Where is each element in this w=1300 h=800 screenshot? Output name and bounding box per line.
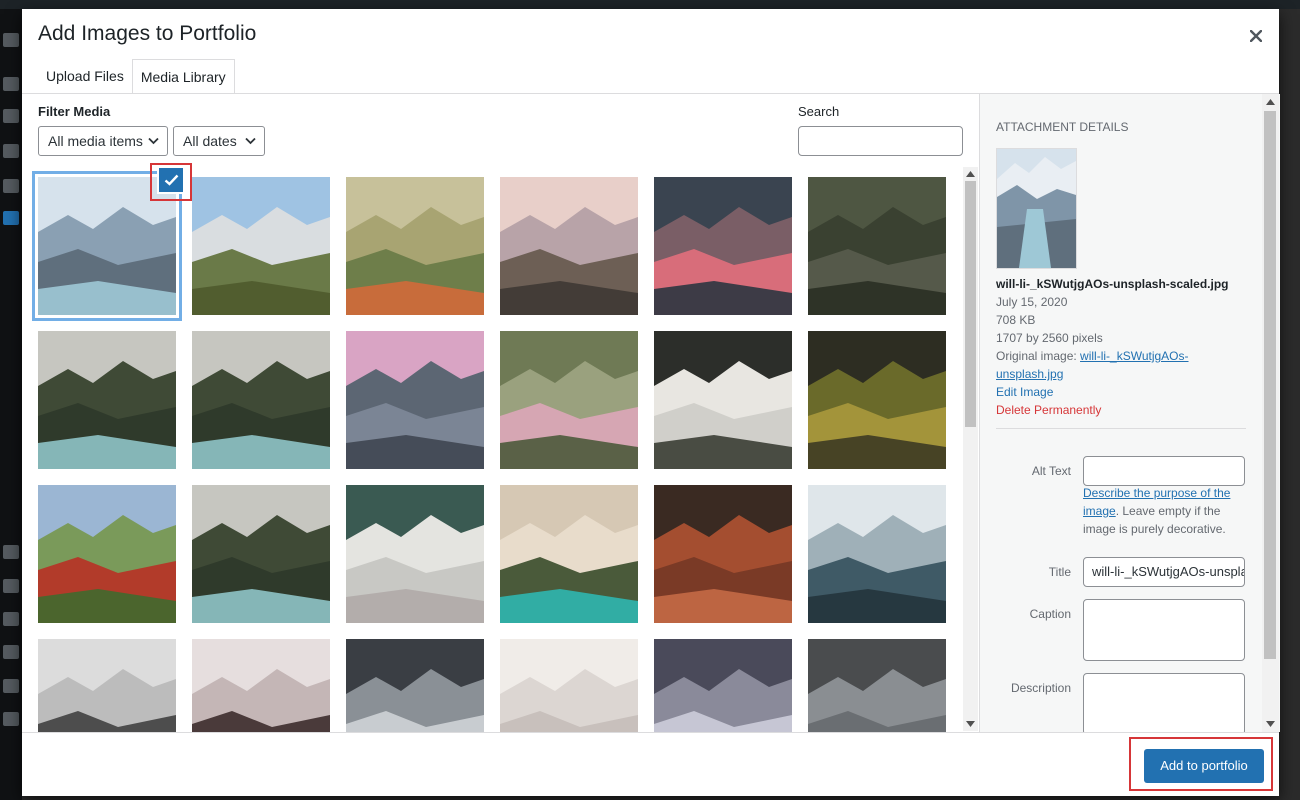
- alt-help-text: . Leave empty if the: [1115, 504, 1221, 518]
- modal-footer: [22, 732, 1279, 796]
- alt-help-text-cont: image is purely decorative.: [1083, 522, 1226, 536]
- describe-purpose-link[interactable]: Describe the purpose of the: [1083, 486, 1230, 500]
- attachment-thumbnail-white-hydrangeas[interactable]: [654, 331, 792, 469]
- attachment-filename: will-li-_kSWutjgAOs-unsplash-scaled.jpg: [996, 277, 1229, 291]
- attachment-filesize: 708 KB: [996, 313, 1036, 327]
- caption-textarea[interactable]: [1083, 599, 1245, 661]
- attachment-preview-image: [997, 149, 1076, 268]
- media-type-selected: All media items: [48, 133, 143, 149]
- attachment-thumbnail-orange-poppies[interactable]: [346, 177, 484, 315]
- attachment-thumbnail-soft-haze-sky[interactable]: [500, 639, 638, 732]
- attachment-thumbnail-misty-mountain-valley[interactable]: [38, 639, 176, 732]
- date-select[interactable]: All dates: [173, 126, 265, 156]
- attachment-thumbnail-sunset-over-sea[interactable]: [654, 177, 792, 315]
- attachment-thumbnail-mountain-valley-glacier-river[interactable]: [192, 177, 330, 315]
- admin-bar: [0, 0, 1300, 9]
- attachment-thumbnail-aerial-frozen-shore[interactable]: [346, 485, 484, 623]
- tools-icon: [3, 645, 19, 659]
- scroll-up-arrow-icon: [966, 171, 975, 177]
- details-scrollbar[interactable]: [1262, 94, 1279, 732]
- scroll-down-arrow-icon: [1266, 721, 1275, 727]
- attachment-thumbnail-desert-rock-arch[interactable]: [654, 485, 792, 623]
- title-input[interactable]: will-li-_kSWutjgAOs-unsplash-scaled: [1083, 557, 1245, 587]
- backdrop-right: [1279, 9, 1300, 800]
- attachment-thumbnail-snowy-mountain-river[interactable]: [36, 175, 178, 317]
- date-selected: All dates: [183, 133, 237, 149]
- plugins-icon: [3, 579, 19, 593]
- admin-sidebar: [0, 9, 22, 800]
- attachment-thumbnail-hills-dusk-sky[interactable]: [500, 177, 638, 315]
- settings-icon: [3, 679, 19, 693]
- description-label: Description: [1010, 681, 1071, 695]
- comments-icon: [3, 179, 19, 193]
- original-image-row: Original image: will-li-_kSWutjgAOs-: [996, 347, 1189, 365]
- original-image-link[interactable]: will-li-_kSWutjgAOs-: [1080, 349, 1188, 363]
- alt-text-input[interactable]: [1083, 456, 1245, 486]
- original-image-link-cont[interactable]: unsplash.jpg: [996, 367, 1063, 381]
- attachment-thumbnail-red-flower-meadow[interactable]: [38, 485, 176, 623]
- grid-scrollbar[interactable]: [963, 167, 978, 731]
- original-image-label: Original image:: [996, 349, 1077, 363]
- chevron-down-icon: [148, 137, 159, 145]
- search-input[interactable]: [798, 126, 963, 156]
- attachment-thumbnail-aerial-tropical-beach[interactable]: [500, 485, 638, 623]
- attachment-details-heading: Attachment Details: [996, 120, 1129, 134]
- close-button[interactable]: [1243, 23, 1269, 49]
- scroll-up-arrow-icon: [1266, 99, 1275, 105]
- router-tabs: Upload Files Media Library: [38, 59, 235, 94]
- pages-icon: [3, 144, 19, 158]
- attachment-thumbnail-river-pine-forest-3[interactable]: [192, 485, 330, 623]
- edit-image-row: Edit Image: [996, 383, 1053, 401]
- details-separator: [996, 428, 1246, 429]
- media-type-select[interactable]: All media items: [38, 126, 168, 156]
- media-modal: Add Images to Portfolio Upload Files Med…: [22, 9, 1280, 796]
- attachment-date: July 15, 2020: [996, 295, 1068, 309]
- attachment-thumbnail-mountain-lake-reflection[interactable]: [808, 485, 946, 623]
- portfolio-icon: [3, 211, 19, 225]
- selected-check-button[interactable]: [158, 167, 184, 193]
- alt-text-help: Describe the purpose of the image. Leave…: [1083, 484, 1248, 538]
- media-icon: [3, 109, 19, 123]
- tab-media-library[interactable]: Media Library: [131, 59, 235, 94]
- attachment-thumbnail-river-pine-forest-2[interactable]: [192, 331, 330, 469]
- title-label: Title: [1048, 565, 1071, 579]
- attachment-thumbnail-purple-storm-sky[interactable]: [654, 639, 792, 732]
- attachments-grid: [22, 167, 978, 732]
- details-scroll-thumb[interactable]: [1264, 111, 1276, 659]
- original-image-link-wrap: unsplash.jpg: [996, 365, 1063, 383]
- search-label: Search: [798, 104, 840, 119]
- attachment-thumbnail-sparrow-on-shrub[interactable]: [808, 331, 946, 469]
- attachment-thumbnail-river-pine-forest-1[interactable]: [38, 331, 176, 469]
- alt-text-label: Alt Text: [1031, 464, 1071, 478]
- tab-upload-files[interactable]: Upload Files: [38, 59, 132, 93]
- modal-title: Add Images to Portfolio: [38, 22, 257, 45]
- caption-label: Caption: [1029, 607, 1071, 621]
- grid-scroll-thumb[interactable]: [965, 181, 976, 427]
- delete-permanently-link[interactable]: Delete Permanently: [996, 403, 1101, 417]
- attachment-details-sidebar: Attachment Details will-li-_kSWutjgAOs-u…: [979, 94, 1280, 732]
- attachment-dimensions: 1707 by 2560 pixels: [996, 331, 1103, 345]
- dashboard-icon: [3, 33, 19, 47]
- attachment-thumbnail-grey-cloudscape[interactable]: [808, 639, 946, 732]
- close-icon: [1250, 30, 1262, 42]
- attachment-thumbnail-dark-forest-hillside[interactable]: [808, 177, 946, 315]
- pin-icon: [3, 77, 19, 91]
- attachment-thumbnail-canyon-rock-towers[interactable]: [192, 639, 330, 732]
- describe-purpose-link-cont[interactable]: image: [1083, 504, 1116, 518]
- add-to-portfolio-button[interactable]: Add to portfolio: [1144, 749, 1264, 783]
- attachment-thumbnail-pink-wildflowers[interactable]: [500, 331, 638, 469]
- collapse-icon: [3, 712, 19, 726]
- appearance-icon: [3, 545, 19, 559]
- description-textarea[interactable]: [1083, 673, 1245, 732]
- delete-row: Delete Permanently: [996, 401, 1101, 419]
- chevron-down-icon: [245, 137, 256, 145]
- users-icon: [3, 612, 19, 626]
- edit-image-link[interactable]: Edit Image: [996, 385, 1053, 399]
- checkmark-icon: [164, 174, 178, 186]
- attachment-thumbnail-rocky-mountain-peaks[interactable]: [346, 331, 484, 469]
- filter-media-label: Filter Media: [38, 104, 111, 119]
- attachment-thumbnail-storm-clouds-dark[interactable]: [346, 639, 484, 732]
- scroll-down-arrow-icon: [966, 721, 975, 727]
